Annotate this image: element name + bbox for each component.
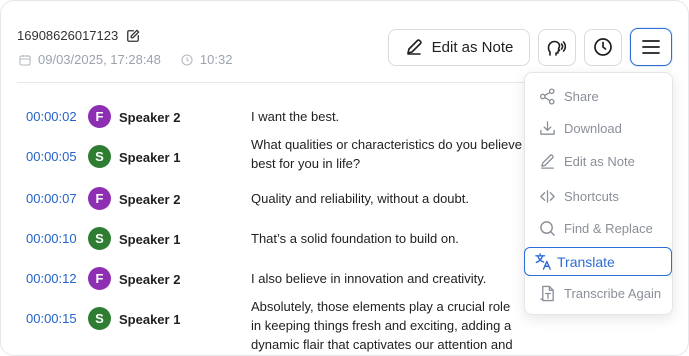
speaker-name[interactable]: Speaker 2	[119, 272, 180, 287]
translate-icon	[534, 252, 553, 271]
menu-item-label: Shortcuts	[564, 188, 619, 204]
edit-as-note-button[interactable]: Edit as Note	[388, 28, 530, 66]
timestamp-link[interactable]: 00:00:12	[26, 271, 77, 286]
download-icon	[539, 120, 556, 137]
menu-item-translate[interactable]: Translate	[524, 247, 672, 276]
utterance-text[interactable]: Absolutely, those elements play a crucia…	[251, 297, 519, 355]
timestamp-link[interactable]: 00:00:02	[26, 109, 77, 124]
speaker-name[interactable]: Speaker 2	[119, 110, 180, 125]
speaker-name[interactable]: Speaker 2	[119, 192, 180, 207]
clock-small-icon	[181, 53, 193, 66]
speaker-avatar: S	[88, 227, 111, 250]
speaker-voice-icon	[547, 37, 567, 57]
calendar-icon	[19, 54, 31, 66]
pencil-icon	[405, 38, 423, 56]
speaker-button[interactable]	[538, 28, 576, 66]
utterance-text[interactable]: I want the best.	[251, 107, 551, 126]
timestamp-link[interactable]: 00:00:05	[26, 149, 77, 164]
menu-item-download[interactable]: Download	[525, 113, 672, 143]
timestamp-link[interactable]: 00:00:07	[26, 191, 77, 206]
menu-item-shortcuts[interactable]: Shortcuts	[525, 181, 672, 211]
menu-item-label: Translate	[557, 253, 615, 270]
speaker-avatar: S	[88, 307, 111, 330]
speaker-avatar: S	[88, 145, 111, 168]
edit-title-icon[interactable]	[126, 29, 140, 43]
menu-item-label: Share	[564, 88, 599, 104]
menu-item-find-replace[interactable]: Find & Replace	[525, 213, 672, 243]
timestamp-link[interactable]: 00:00:15	[26, 311, 77, 326]
title-row: 16908626017123	[17, 28, 140, 43]
utterance-text[interactable]: That’s a solid foundation to build on.	[251, 229, 551, 248]
timestamp-link[interactable]: 00:00:10	[26, 231, 77, 246]
transcript-panel: 16908626017123 09/03/2025, 17:28:48 10:3…	[0, 0, 689, 356]
speaker-avatar: F	[88, 267, 111, 290]
options-dropdown: Share Download Edit as Note Shortcuts Find &…	[524, 72, 673, 315]
speaker-avatar: F	[88, 187, 111, 210]
history-button[interactable]	[584, 28, 622, 66]
menu-item-transcribe-again[interactable]: Transcribe Again	[525, 278, 672, 308]
recording-duration: 10:32	[199, 52, 233, 67]
menu-item-label: Edit as Note	[564, 153, 635, 169]
speaker-name[interactable]: Speaker 1	[119, 232, 180, 247]
transcribe-icon	[539, 285, 556, 302]
search-icon	[539, 220, 556, 237]
clock-icon	[593, 37, 613, 57]
menu-item-share[interactable]: Share	[525, 81, 672, 111]
meta-row: 09/03/2025, 17:28:48 10:32	[19, 52, 232, 67]
speaker-avatar: F	[88, 105, 111, 128]
recording-id: 16908626017123	[17, 28, 119, 43]
menu-item-edit-as-note[interactable]: Edit as Note	[525, 146, 672, 176]
menu-button[interactable]	[630, 28, 672, 66]
hamburger-menu-icon	[641, 39, 661, 55]
utterance-text[interactable]: What qualities or characteristics do you…	[251, 135, 543, 173]
share-icon	[539, 87, 556, 105]
speaker-name[interactable]: Speaker 1	[119, 312, 180, 327]
menu-item-label: Transcribe Again	[564, 285, 662, 301]
recording-date: 09/03/2025, 17:28:48	[38, 52, 161, 67]
code-brackets-icon	[539, 188, 556, 205]
menu-item-label: Find & Replace	[564, 220, 653, 236]
utterance-text[interactable]: I also believe in innovation and creativ…	[251, 269, 551, 288]
speaker-name[interactable]: Speaker 1	[119, 150, 180, 165]
pencil-icon	[539, 153, 556, 170]
toolbar: Edit as Note	[388, 28, 672, 66]
edit-as-note-label: Edit as Note	[431, 38, 514, 56]
menu-item-label: Download	[564, 120, 622, 136]
utterance-text[interactable]: Quality and reliability, without a doubt…	[251, 189, 551, 208]
